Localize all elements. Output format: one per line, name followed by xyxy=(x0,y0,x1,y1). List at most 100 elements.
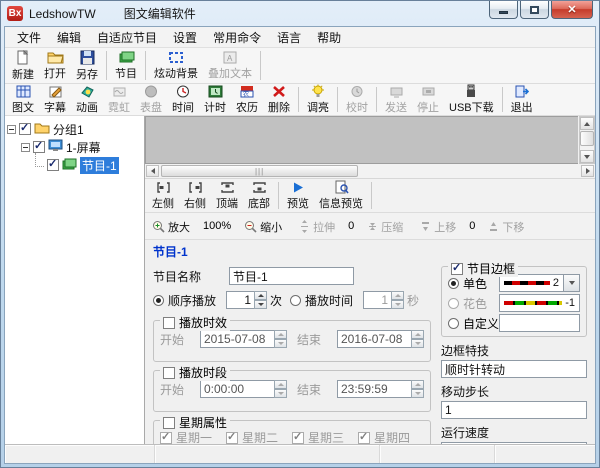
spinner-arrows[interactable] xyxy=(254,291,267,309)
valid-dates-checkbox[interactable] xyxy=(163,317,175,329)
save-as-button[interactable]: 另存 xyxy=(71,49,103,82)
spinner-arrows xyxy=(411,380,424,398)
tree-checkbox[interactable] xyxy=(47,159,59,171)
brightness-button[interactable]: 调亮 xyxy=(302,85,334,114)
border-effect-input[interactable]: 顺时针转动 xyxy=(441,360,587,378)
status-cell xyxy=(380,445,495,463)
spinner-arrows xyxy=(274,380,287,398)
single-color-radio[interactable] xyxy=(448,278,459,289)
program-name-row: 节目名称 节目-1 xyxy=(153,264,431,288)
menu-file[interactable]: 文件 xyxy=(9,26,49,49)
time-button[interactable]: 时间 xyxy=(167,85,199,114)
weekday-checkbox[interactable] xyxy=(163,417,175,429)
menu-bar: 文件 编辑 自适应节目 设置 常用命令 语言 帮助 xyxy=(5,27,595,48)
menu-common-commands[interactable]: 常用命令 xyxy=(205,26,269,49)
vertical-scrollbar[interactable] xyxy=(579,116,595,164)
delete-button[interactable]: 删除 xyxy=(263,85,295,114)
align-top-button[interactable]: 顶端 xyxy=(211,180,243,211)
subtitle-button[interactable]: 字幕 xyxy=(39,85,71,114)
svg-text:A: A xyxy=(227,54,233,63)
tree-item-label[interactable]: 分组1 xyxy=(53,121,84,138)
stretch-value: 0 xyxy=(340,220,362,232)
usb-download-icon xyxy=(462,84,480,98)
timer-button[interactable]: 计时 xyxy=(199,85,231,114)
dazzle-background-icon xyxy=(167,50,185,64)
overlay-text-button: A 叠加文本 xyxy=(203,49,257,82)
tree-item-label[interactable]: 1-屏幕 xyxy=(66,139,101,156)
open-button[interactable]: 打开 xyxy=(39,49,71,82)
program-button[interactable]: 节目 xyxy=(110,49,142,82)
scroll-right-icon[interactable] xyxy=(581,165,594,177)
display-preview-canvas[interactable] xyxy=(145,116,578,164)
scroll-up-icon[interactable] xyxy=(580,117,594,130)
vertical-scroll-thumb[interactable] xyxy=(580,131,594,146)
tree-item-program[interactable]: 节目-1 xyxy=(7,156,142,174)
tree-item-group[interactable]: 分组1 xyxy=(7,120,142,138)
menu-help[interactable]: 帮助 xyxy=(309,26,349,49)
play-order-stepper[interactable]: 1 xyxy=(226,291,267,309)
menu-language[interactable]: 语言 xyxy=(269,26,309,49)
play-order-label: 顺序播放 xyxy=(168,292,226,309)
move-step-input[interactable]: 1 xyxy=(441,401,587,419)
alignment-toolbar: 左侧 右侧 顶端 底部 xyxy=(145,179,595,213)
info-preview-button[interactable]: 信息预览 xyxy=(314,180,368,211)
new-button[interactable]: 新建 xyxy=(7,49,39,82)
chevron-down-icon[interactable] xyxy=(564,274,580,292)
start-time-label: 开始 xyxy=(160,381,200,398)
menu-adaptive-program[interactable]: 自适应节目 xyxy=(89,26,165,49)
zoom-toolbar: 放大 100% 缩小 拉伸 0 压缩 xyxy=(145,213,595,240)
object-toolbar: 图文 字幕 动画 霓虹 表盘 时间 xyxy=(5,84,595,116)
exit-button[interactable]: 退出 xyxy=(506,85,538,114)
minimize-button[interactable] xyxy=(489,1,518,19)
collapse-icon[interactable] xyxy=(21,143,30,152)
run-speed-label: 运行速度 xyxy=(441,424,587,441)
tree-item-screen[interactable]: 1-屏幕 xyxy=(7,138,142,156)
align-bottom-button[interactable]: 底部 xyxy=(243,180,275,211)
border-checkbox[interactable] xyxy=(451,263,463,275)
time-period-group: 播放时段 开始 0:00:00 结束 xyxy=(153,370,431,412)
horizontal-scroll-thumb[interactable]: ||| xyxy=(161,165,358,177)
play-time-label: 播放时间 xyxy=(305,292,363,309)
close-button[interactable]: ✕ xyxy=(551,1,593,19)
close-icon: ✕ xyxy=(567,3,576,16)
dazzle-background-button[interactable]: 炫动背景 xyxy=(149,49,203,82)
move-value: 0 xyxy=(461,220,483,232)
toolbar-separator xyxy=(337,87,338,112)
end-date-field: 2016-07-08 xyxy=(337,330,424,348)
program-tree: 分组1 1-屏幕 节目-1 xyxy=(5,116,145,444)
toolbar-separator xyxy=(278,182,279,209)
scroll-down-icon[interactable] xyxy=(580,150,594,163)
play-order-radio[interactable] xyxy=(153,295,164,306)
custom-color-field[interactable] xyxy=(499,314,580,332)
program-name-input[interactable]: 节目-1 xyxy=(229,267,354,285)
usb-download-button[interactable]: USB下载 xyxy=(444,85,499,114)
align-left-button[interactable]: 左侧 xyxy=(147,180,179,211)
preview-button[interactable]: 预览 xyxy=(282,180,314,211)
scroll-left-icon[interactable] xyxy=(146,165,159,177)
menu-settings[interactable]: 设置 xyxy=(165,26,205,49)
animation-button[interactable]: 动画 xyxy=(71,85,103,114)
tree-checkbox[interactable] xyxy=(19,123,31,135)
tree-item-label-selected[interactable]: 节目-1 xyxy=(80,157,119,174)
menu-edit[interactable]: 编辑 xyxy=(49,26,89,49)
align-right-button[interactable]: 右侧 xyxy=(179,180,211,211)
send-button: 发送 xyxy=(380,85,412,114)
sync-time-icon xyxy=(348,85,366,98)
play-time-radio[interactable] xyxy=(290,295,301,306)
tree-checkbox[interactable] xyxy=(33,141,45,153)
custom-color-radio[interactable] xyxy=(448,318,459,329)
horizontal-scrollbar[interactable]: ||| xyxy=(145,164,595,179)
screen-icon xyxy=(48,139,63,155)
toolbar-separator xyxy=(298,87,299,112)
toolbar-separator xyxy=(260,51,261,80)
maximize-button[interactable] xyxy=(520,1,549,19)
zoom-in-button[interactable]: 放大 xyxy=(147,217,195,236)
graphic-text-button[interactable]: 图文 xyxy=(7,85,39,114)
program-icon xyxy=(62,158,77,173)
zoom-level-value: 100% xyxy=(195,220,239,232)
lunar-button[interactable]: 农 农历 xyxy=(231,85,263,114)
collapse-icon[interactable] xyxy=(7,125,16,134)
zoom-out-button[interactable]: 缩小 xyxy=(239,217,287,236)
time-period-checkbox[interactable] xyxy=(163,367,175,379)
wednesday-checkbox xyxy=(292,432,304,444)
